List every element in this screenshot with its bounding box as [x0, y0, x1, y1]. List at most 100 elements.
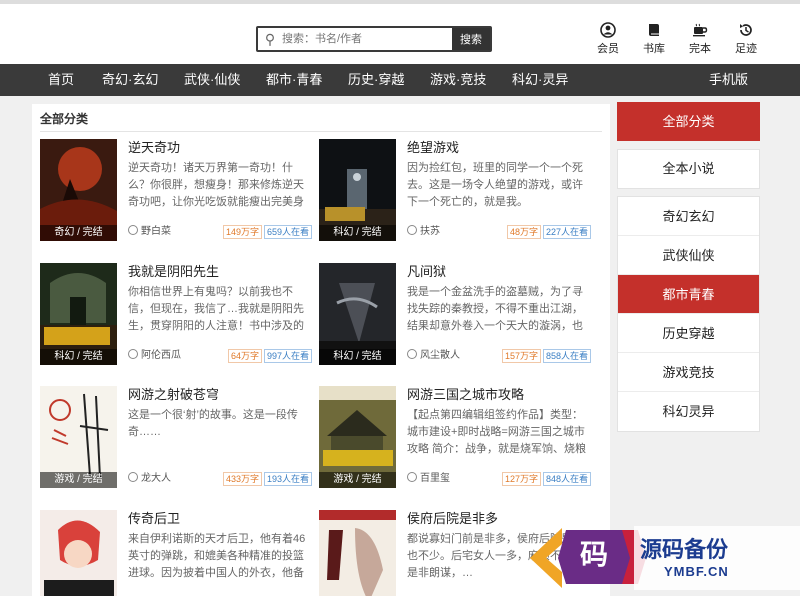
book-meta: 阿伦西瓜 64万字 997人在看	[128, 348, 314, 364]
search-icon: ⚲	[264, 30, 276, 47]
book-author: 百里玺	[407, 471, 450, 487]
nav-mobile[interactable]: 手机版	[709, 64, 748, 96]
book-cover[interactable]: 游戏 / 完结	[319, 386, 396, 488]
sidebar-item-scifi[interactable]: 科幻灵异	[618, 392, 759, 431]
site-header: ⚲ 搜索 会员 书库 完本 足迹	[0, 0, 800, 64]
reader-count: 858人在看	[543, 349, 592, 363]
book-item: 游戏 / 完结 网游三国之城市攻略 【起点第四编辑组签约作品】类型：城市建设+即…	[319, 386, 594, 494]
book-cover[interactable]: 游戏 / 完结	[40, 386, 117, 488]
book-desc: 逆天奇功！诸天万界第一奇功！什么？你很胖，想瘦身！那来修炼逆天奇功吧，让你光吃饭…	[128, 162, 304, 208]
book-desc: 来自伊利诺斯的天才后卫，他有着46英寸的弹跳，和媲美各种精准的投篮进球。因为披着…	[128, 533, 306, 579]
book-tag: 奇幻 / 完结	[40, 225, 117, 241]
nav-history[interactable]: 历史·穿越	[348, 64, 404, 96]
sidebar-item-urban[interactable]: 都市青春	[618, 275, 759, 314]
member-link[interactable]: 会员	[594, 22, 622, 56]
reader-count: 193人在看	[264, 472, 313, 486]
word-count: 48万字	[507, 225, 542, 239]
book-item: 科幻 / 完结 凡间狱 我是一个金盆洗手的盗墓贼，为了寻找失踪的秦教授，不得不重…	[319, 263, 594, 371]
history-icon	[732, 22, 760, 40]
reader-count: 659人在看	[264, 225, 313, 239]
book-title[interactable]: 绝望游戏	[407, 137, 459, 156]
book-author: 扶苏	[407, 224, 440, 240]
book-tag: 科幻 / 完结	[319, 225, 396, 241]
divider	[40, 131, 602, 132]
cup-icon	[686, 22, 714, 40]
book-author: 野白菜	[128, 224, 171, 240]
book-author: 风尘散人	[407, 348, 460, 364]
book-author: 阿伦西瓜	[128, 348, 181, 364]
book-tag: 游戏 / 完结	[40, 472, 117, 488]
author-icon	[407, 225, 417, 235]
breadcrumb: 全部分类	[40, 112, 89, 126]
author-name: 扶苏	[420, 226, 440, 237]
history-label: 足迹	[735, 43, 757, 55]
watermark-url: YMBF.CN	[664, 564, 729, 579]
main-nav: 首页 奇幻·玄幻 武侠·仙侠 都市·青春 历史·穿越 游戏·竞技 科幻·灵异 手…	[0, 64, 800, 96]
sidebar-item-history[interactable]: 历史穿越	[618, 314, 759, 353]
book-cover[interactable]: 科幻 / 完结	[319, 263, 396, 365]
reader-count: 848人在看	[543, 472, 592, 486]
sidebar-all-categories[interactable]: 全部分类	[617, 102, 760, 141]
author-icon	[407, 472, 417, 482]
reader-count: 227人在看	[543, 225, 592, 239]
sidebar-item-game[interactable]: 游戏竞技	[618, 353, 759, 392]
book-desc: 你相信世界上有鬼吗？以前我也不信，但现在，我信了…我就是阴阳先生，贯穿阴阳的人注…	[128, 286, 304, 332]
author-name: 龙大人	[141, 473, 171, 484]
completed-link[interactable]: 完本	[686, 22, 714, 56]
nav-urban[interactable]: 都市·青春	[266, 64, 322, 96]
author-icon	[407, 349, 417, 359]
author-icon	[128, 472, 138, 482]
book-item: 科幻 / 完结 绝望游戏 因为捡红包，班里的同学一个一个死去。这是一场令人绝望的…	[319, 139, 594, 247]
member-label: 会员	[597, 43, 619, 55]
book-title[interactable]: 逆天奇功	[128, 137, 180, 156]
book-title[interactable]: 我就是阴阳先生	[128, 261, 219, 280]
book-meta: 风尘散人 157万字 858人在看	[407, 348, 593, 364]
watermark: 码 源码备份 YMBF.CN	[522, 518, 800, 596]
book-desc: 【起点第四编辑组签约作品】类型：城市建设+即时战略=网游三国之城市攻略 简介：战…	[407, 409, 587, 455]
book-title[interactable]: 传奇后卫	[128, 508, 180, 527]
book-tag: 科幻 / 完结	[319, 349, 396, 365]
book-cover[interactable]	[319, 510, 396, 596]
book-meta: 野白菜 149万字 659人在看	[128, 224, 314, 240]
user-tools: 会员 书库 完本 足迹	[594, 22, 760, 56]
watermark-title: 源码备份	[640, 538, 729, 563]
nav-home[interactable]: 首页	[48, 64, 74, 96]
library-link[interactable]: 书库	[640, 22, 668, 56]
reader-count: 997人在看	[264, 349, 313, 363]
book-cover[interactable]: 科幻 / 完结	[319, 139, 396, 241]
book-item: 传奇后卫 来自伊利诺斯的天才后卫，他有着46英寸的弹跳，和媲美各种精准的投篮进球…	[40, 510, 315, 596]
sidebar-item-fantasy[interactable]: 奇幻玄幻	[618, 197, 759, 236]
nav-fantasy[interactable]: 奇幻·玄幻	[102, 64, 158, 96]
book-title[interactable]: 凡间狱	[407, 261, 446, 280]
word-count: 127万字	[502, 472, 542, 486]
user-icon	[594, 22, 622, 40]
book-title[interactable]: 网游之射破苍穹	[128, 384, 219, 403]
author-name: 野白菜	[141, 226, 171, 237]
book-cover[interactable]: 科幻 / 完结	[40, 263, 117, 365]
book-item: 科幻 / 完结 我就是阴阳先生 你相信世界上有鬼吗？以前我也不信，但现在，我信了…	[40, 263, 315, 371]
author-name: 风尘散人	[420, 350, 460, 361]
nav-wuxia[interactable]: 武侠·仙侠	[184, 64, 240, 96]
book-title[interactable]: 网游三国之城市攻略	[407, 384, 524, 403]
author-name: 阿伦西瓜	[141, 350, 181, 361]
nav-scifi[interactable]: 科幻·灵异	[512, 64, 568, 96]
completed-label: 完本	[689, 43, 711, 55]
book-title[interactable]: 侯府后院是非多	[407, 508, 498, 527]
book-cover[interactable]: 奇幻 / 完结	[40, 139, 117, 241]
nav-game[interactable]: 游戏·竞技	[430, 64, 486, 96]
book-tag: 科幻 / 完结	[40, 349, 117, 365]
author-icon	[128, 225, 138, 235]
book-cover[interactable]	[40, 510, 117, 596]
library-label: 书库	[643, 43, 665, 55]
word-count: 157万字	[502, 349, 542, 363]
cover-art	[40, 510, 117, 596]
book-item: 奇幻 / 完结 逆天奇功 逆天奇功！诸天万界第一奇功！什么？你很胖，想瘦身！那来…	[40, 139, 315, 247]
search-input[interactable]	[282, 28, 452, 50]
search-box[interactable]: ⚲ 搜索	[256, 26, 492, 52]
history-link[interactable]: 足迹	[732, 22, 760, 56]
book-tag: 游戏 / 完结	[319, 472, 396, 488]
book-author: 龙大人	[128, 471, 171, 487]
sidebar-item-wuxia[interactable]: 武侠仙侠	[618, 236, 759, 275]
sidebar-complete-novels[interactable]: 全本小说	[617, 149, 760, 189]
search-button[interactable]: 搜索	[452, 28, 490, 50]
